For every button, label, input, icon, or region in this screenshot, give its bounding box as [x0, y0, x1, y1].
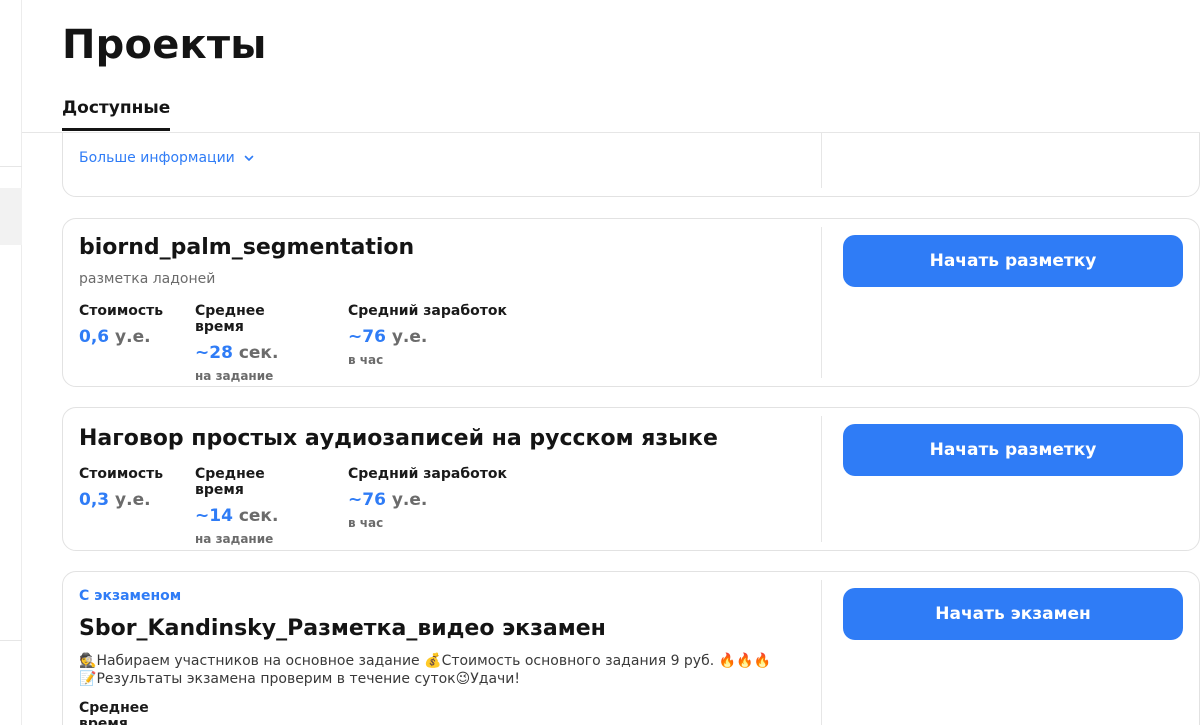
card-divider [821, 133, 822, 188]
card-divider [821, 227, 822, 378]
project-subtitle: разметка ладоней [79, 271, 216, 287]
more-info-label: Больше информации [79, 150, 235, 166]
tab-available[interactable]: Доступные [62, 98, 171, 131]
stat-avg-time: Среднее время [79, 700, 200, 725]
stat-note: в час [348, 353, 384, 367]
card-divider [821, 580, 822, 725]
stat-cost: Стоимость 0,6 у.е. [79, 303, 163, 383]
stat-note: на задание [195, 369, 274, 383]
project-card: Больше информации [62, 133, 1200, 197]
stat-note: в час [348, 516, 384, 530]
start-labeling-button[interactable]: Начать разметку [843, 235, 1183, 287]
stat-label: Среднее время [195, 466, 265, 498]
card-divider [821, 416, 822, 542]
project-description: 🕵️Набираем участников на основное задани… [79, 652, 771, 688]
stat-label: Стоимость [79, 303, 164, 319]
chevron-down-icon [244, 155, 254, 161]
stat-avg-time: Среднее время ~14 сек. на задание [195, 466, 316, 546]
stat-label: Среднее время [195, 303, 265, 335]
stat-avg-time: Среднее время ~28 сек. на задание [195, 303, 316, 383]
sidebar-divider [0, 640, 22, 641]
exam-badge: С экзаменом [79, 588, 182, 604]
project-stats: Стоимость 0,3 у.е. Среднее время ~14 сек… [79, 466, 550, 546]
stat-note: на задание [195, 532, 274, 546]
stat-label: Средний заработок [348, 303, 507, 319]
tab-bar: Доступные [22, 90, 1200, 133]
project-stats: Среднее время [79, 700, 232, 725]
stat-avg-earnings: Средний заработок ~76 у.е. в час [348, 303, 518, 383]
sidebar-divider [0, 166, 22, 167]
detective-icon: 🕵️ [79, 653, 97, 669]
sidebar-selected-item[interactable] [0, 188, 22, 245]
project-card: biornd_palm_segmentation разметка ладоне… [62, 218, 1200, 387]
projects-list[interactable]: Больше информации biornd_palm_segmentati… [22, 133, 1200, 725]
money-bag-icon: 💰 [424, 653, 442, 669]
left-sidebar [0, 0, 22, 725]
start-exam-button[interactable]: Начать экзамен [843, 588, 1183, 640]
project-title: Sbor_Kandinsky_Разметка_видео экзамен [79, 616, 606, 641]
page-title: Проекты [62, 22, 267, 68]
stat-value: ~14 сек. [195, 506, 279, 526]
fire-icon: 🔥🔥🔥 [718, 653, 771, 669]
stat-cost: Стоимость 0,3 у.е. [79, 466, 163, 546]
stat-value: 0,3 у.е. [79, 490, 151, 510]
stat-label: Средний заработок [348, 466, 507, 482]
stat-value: ~76 у.е. [348, 490, 428, 510]
project-card: Наговор простых аудиозаписей на русском … [62, 407, 1200, 551]
wink-icon: 😉 [455, 671, 471, 687]
project-title: biornd_palm_segmentation [79, 235, 415, 260]
stat-value: ~28 сек. [195, 343, 279, 363]
more-info-link[interactable]: Больше информации [79, 150, 255, 166]
project-title: Наговор простых аудиозаписей на русском … [79, 426, 718, 451]
stat-value: 0,6 у.е. [79, 327, 151, 347]
stat-value: ~76 у.е. [348, 327, 428, 347]
start-labeling-button[interactable]: Начать разметку [843, 424, 1183, 476]
stat-label: Стоимость [79, 466, 164, 482]
memo-icon: 📝 [79, 671, 97, 687]
project-card: С экзаменом Sbor_Kandinsky_Разметка_виде… [62, 571, 1200, 725]
stat-label: Среднее время [79, 700, 149, 725]
stat-avg-earnings: Средний заработок ~76 у.е. в час [348, 466, 518, 546]
description-line: 📝Результаты экзамена проверим в течение … [79, 671, 521, 687]
description-line: 🕵️Набираем участников на основное задани… [79, 653, 771, 669]
project-stats: Стоимость 0,6 у.е. Среднее время ~28 сек… [79, 303, 550, 383]
